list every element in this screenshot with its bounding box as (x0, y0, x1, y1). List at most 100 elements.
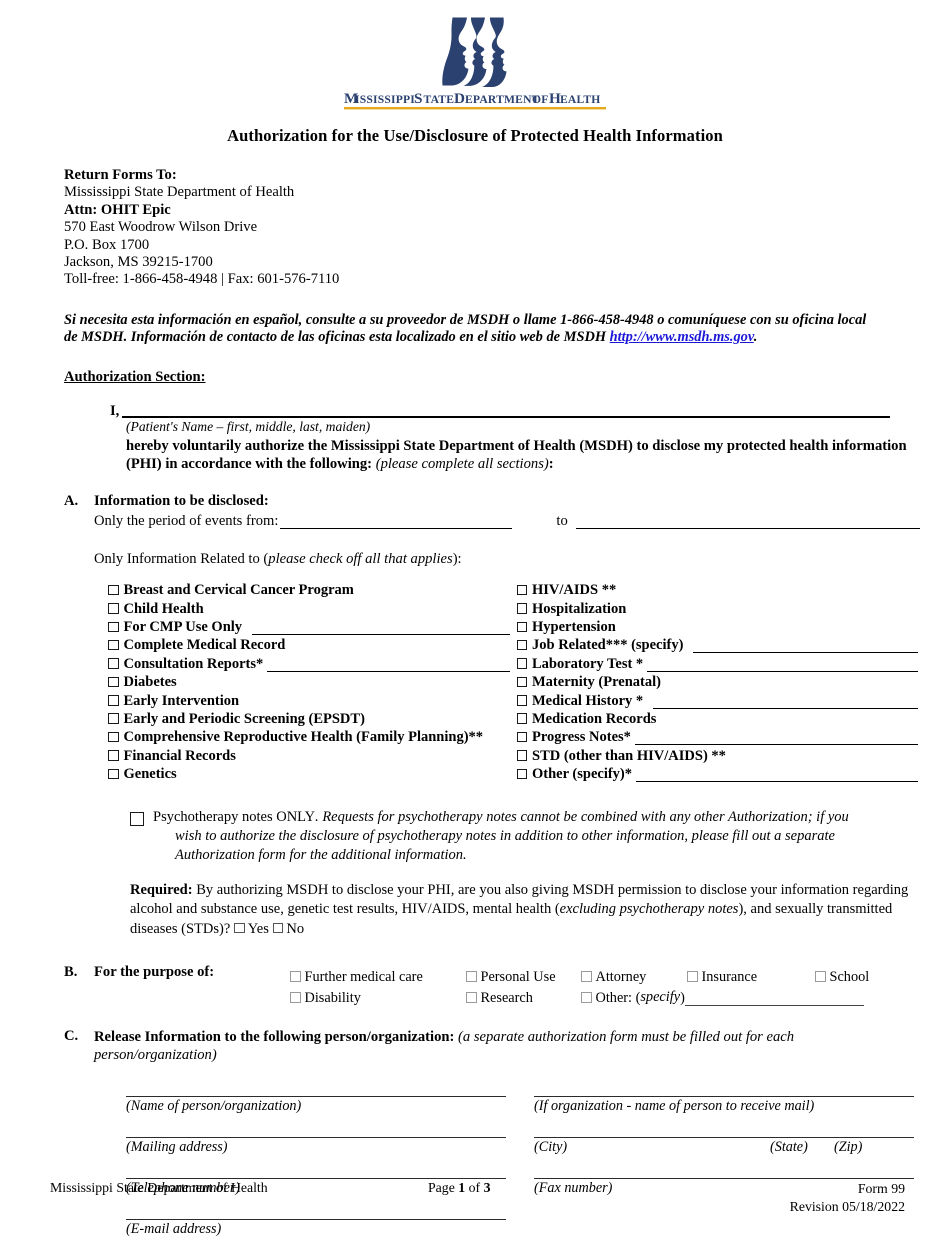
period-from-input[interactable] (280, 514, 513, 529)
disclosure-item[interactable]: Hypertension (516, 617, 921, 635)
disclosure-checkbox[interactable] (516, 695, 527, 706)
patient-name-input[interactable] (122, 403, 890, 418)
disclosure-checkbox[interactable] (108, 621, 119, 633)
disclosure-item[interactable]: Breast and Cervical Cancer Program (108, 580, 512, 598)
disclosure-checkbox[interactable] (516, 676, 527, 688)
purpose-option[interactable]: School (815, 969, 869, 985)
required-yes-checkbox[interactable] (234, 922, 245, 934)
disclosure-item[interactable]: Financial Records (108, 745, 512, 763)
spanish-period: . (753, 329, 758, 346)
recipient-name-input[interactable] (126, 1076, 506, 1097)
page-title: Authorization for the Use/Disclosure of … (227, 126, 723, 145)
disclosure-checkbox[interactable] (108, 658, 119, 669)
disclosure-item[interactable]: Progress Notes* (516, 727, 921, 746)
related-suffix: ): (452, 550, 462, 567)
disclosure-checkbox[interactable] (516, 731, 527, 743)
disclosure-item-label: Financial Records (123, 747, 236, 764)
period-to-input[interactable] (575, 514, 920, 529)
disclosure-checkbox[interactable] (516, 658, 527, 669)
disclosure-checkbox[interactable] (108, 750, 119, 761)
purpose-option-research[interactable]: Research (466, 990, 581, 1006)
required-no-label: No (286, 920, 305, 937)
disclosure-item[interactable]: Diabetes (108, 672, 512, 690)
auth-para-end: : (548, 456, 554, 473)
disclosure-item-input[interactable] (647, 658, 918, 672)
purpose-option[interactable]: Further medical care (290, 969, 466, 985)
recipient-address-input[interactable] (126, 1117, 506, 1138)
disclosure-checkbox[interactable] (108, 584, 119, 596)
purpose-option-label: Insurance (701, 968, 758, 985)
disclosure-item-input[interactable] (636, 768, 918, 783)
purpose-checkbox[interactable] (815, 971, 826, 982)
disclosure-item[interactable]: Complete Medical Record (108, 635, 512, 653)
disclosure-checkbox[interactable] (516, 639, 527, 651)
recipient-fax-input[interactable] (534, 1158, 914, 1179)
disclosure-checkbox[interactable] (108, 676, 119, 688)
purpose-checkbox[interactable] (466, 971, 477, 982)
disclosure-item-label: Genetics (123, 766, 177, 783)
purpose-checkbox[interactable] (687, 971, 698, 982)
recipient-name-label: (Name of person/organization) (126, 1097, 302, 1114)
disclosure-checkbox[interactable] (108, 731, 119, 743)
disclosure-item[interactable]: STD (other than HIV/AIDS) ** (516, 745, 921, 763)
disclosure-item[interactable]: Other (specify)* (516, 764, 921, 783)
purpose-checkbox[interactable] (581, 971, 592, 982)
required-no-checkbox[interactable] (272, 922, 284, 934)
section-b-heading: For the purpose of: (94, 963, 215, 980)
disclosure-item-input[interactable] (252, 621, 510, 636)
purpose-option-disability[interactable]: Disability (290, 990, 466, 1006)
disclosure-item-input[interactable] (267, 658, 510, 672)
purpose-disability-checkbox[interactable] (290, 992, 301, 1003)
disclosure-item-input[interactable] (693, 639, 918, 654)
disclosure-item[interactable]: Maternity (Prenatal) (516, 672, 921, 690)
purpose-checkbox[interactable] (290, 971, 301, 982)
disclosure-checkbox[interactable] (516, 621, 527, 633)
disclosure-checkbox[interactable] (516, 584, 527, 596)
msdh-website-link[interactable]: http://www.msdh.ms.gov (610, 329, 754, 345)
disclosure-item[interactable]: HIV/AIDS ** (516, 580, 921, 598)
disclosure-checkbox[interactable] (108, 603, 119, 614)
disclosure-checkbox-grid: Breast and Cervical Cancer Program Child … (94, 580, 921, 783)
disclosure-item[interactable]: Early Intervention (108, 690, 512, 708)
footer-page-indicator: Page 1 of 3 (428, 1180, 491, 1196)
disclosure-item[interactable]: Job Related*** (specify) (516, 635, 921, 654)
purpose-other-checkbox[interactable] (581, 992, 592, 1003)
disclosure-item[interactable]: Medical History * (516, 690, 921, 709)
disclosure-item[interactable]: Child Health (108, 598, 512, 616)
disclosure-item-label: Early Intervention (123, 692, 240, 709)
disclosure-item-label: Breast and Cervical Cancer Program (123, 582, 354, 599)
recipient-telephone-input[interactable] (126, 1158, 506, 1179)
psych-lead: Psychotherapy notes ONLY (153, 809, 316, 826)
purpose-research-checkbox[interactable] (466, 992, 477, 1003)
psychotherapy-notes-checkbox[interactable] (130, 812, 144, 827)
disclosure-item[interactable]: Genetics (108, 764, 512, 782)
disclosure-checkbox[interactable] (516, 603, 527, 614)
disclosure-checkbox[interactable] (108, 713, 119, 724)
disclosure-checkbox[interactable] (108, 768, 119, 780)
disclosure-item-label: Diabetes (123, 674, 177, 691)
recipient-mail-cell: (If organization - name of person to rec… (534, 1076, 914, 1117)
disclosure-item[interactable]: Early and Periodic Screening (EPSDT) (108, 709, 512, 727)
recipient-city-input[interactable] (534, 1117, 914, 1138)
disclosure-checkbox[interactable] (108, 695, 119, 706)
disclosure-item-input[interactable] (653, 695, 918, 709)
disclosure-checkbox[interactable] (516, 768, 527, 780)
disclosure-item[interactable]: For CMP Use Only (108, 617, 512, 636)
recipient-mail-input[interactable] (534, 1076, 914, 1097)
disclosure-item[interactable]: Laboratory Test * (516, 653, 921, 672)
disclosure-item[interactable]: Medication Records (516, 709, 921, 727)
disclosure-checkbox[interactable] (516, 713, 527, 724)
disclosure-checkbox[interactable] (108, 639, 119, 651)
disclosure-item[interactable]: Consultation Reports* (108, 653, 512, 672)
disclosure-item[interactable]: Comprehensive Reproductive Health (Famil… (108, 727, 512, 745)
disclosure-item[interactable]: Hospitalization (516, 598, 921, 616)
purpose-option[interactable]: Insurance (687, 968, 815, 985)
disclosure-item-input[interactable] (634, 731, 918, 746)
disclosure-checkbox[interactable] (516, 750, 527, 761)
purpose-option[interactable]: Personal Use (466, 969, 581, 985)
spanish-line-1: Si necesita esta información en español,… (64, 311, 789, 328)
purpose-option[interactable]: Attorney (581, 969, 687, 985)
purpose-other-input[interactable] (684, 992, 864, 1006)
document-page: M ISSISSIPPI S TATE D EPARTMENT OF H EAL… (0, 0, 950, 1237)
purpose-option-other[interactable]: Other: (specify) (581, 989, 685, 1006)
